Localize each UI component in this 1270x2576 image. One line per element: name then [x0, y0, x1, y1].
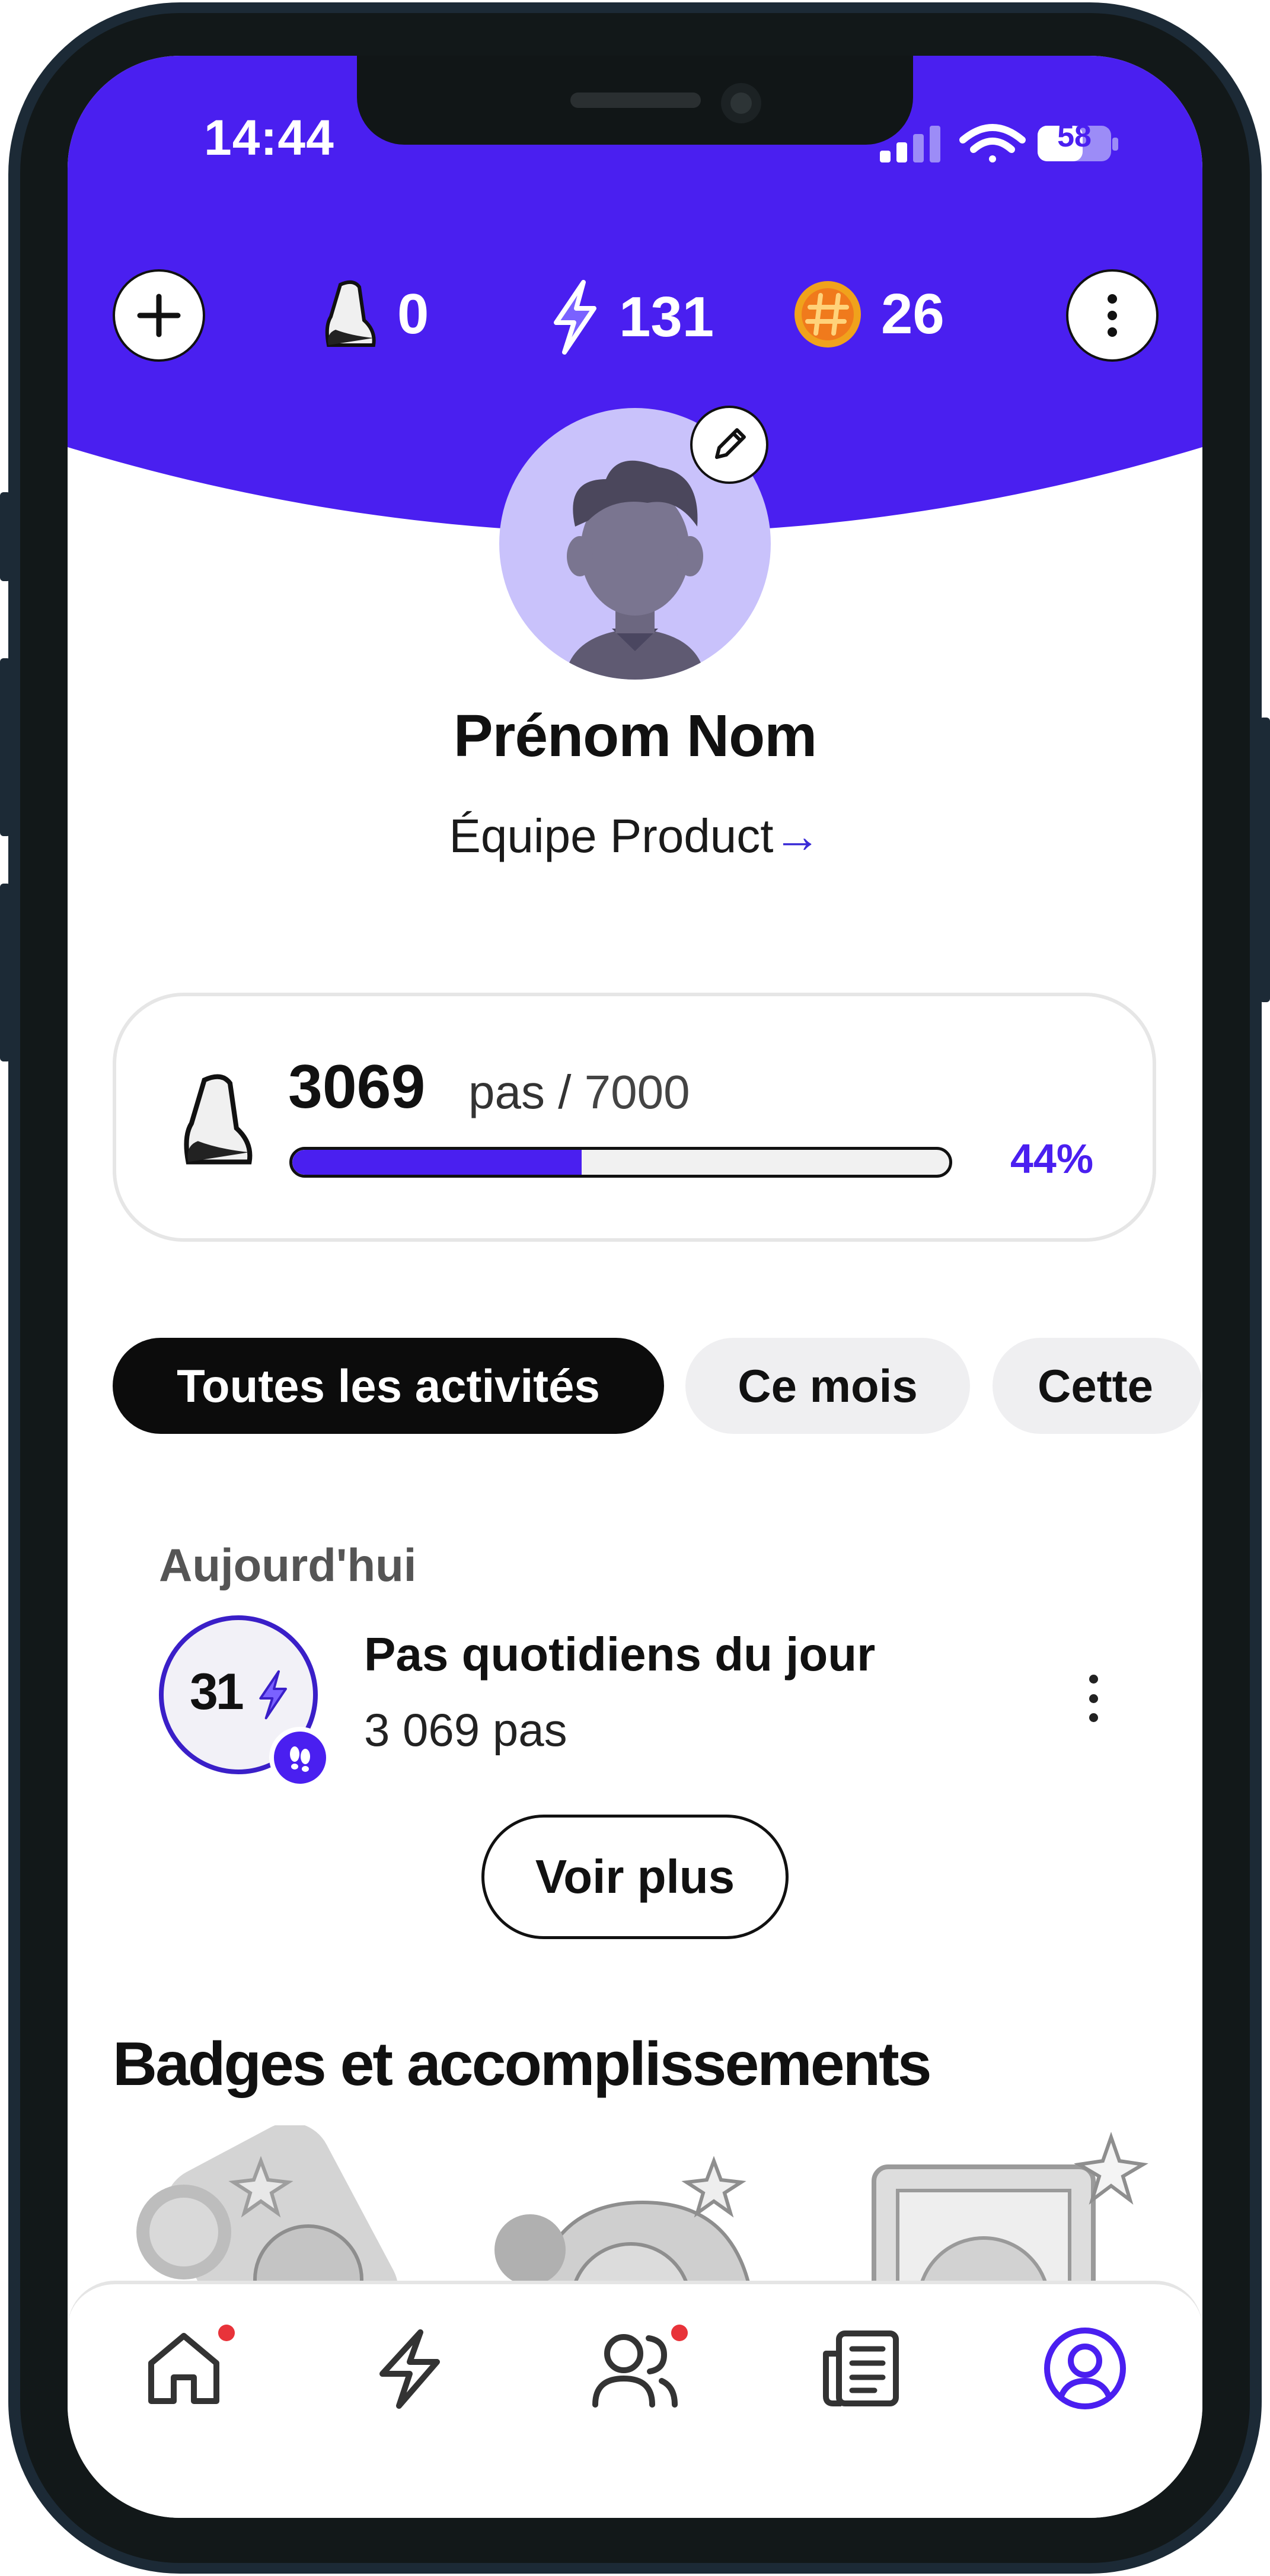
steps-progress-bar	[289, 1147, 952, 1178]
activity-menu-button[interactable]	[1076, 1675, 1111, 1722]
profile-icon	[1044, 2328, 1126, 2409]
filter-this-month[interactable]: Ce mois	[685, 1338, 970, 1434]
steps-stat: 0	[323, 279, 429, 350]
nav-team[interactable]	[581, 2315, 688, 2422]
dot	[1089, 1675, 1098, 1684]
profile-name: Prénom Nom	[453, 703, 817, 769]
activity-subtitle: 3 069 pas	[364, 1704, 567, 1756]
team-label: Équipe Product	[449, 809, 774, 862]
lightning-icon	[554, 280, 596, 355]
cellular-signal-icon	[880, 126, 940, 162]
news-icon	[823, 2330, 899, 2406]
steps-goal-text: pas / 7000	[468, 1065, 690, 1120]
home-icon	[148, 2333, 219, 2404]
filter-third[interactable]: Cette	[993, 1338, 1202, 1434]
nav-activity[interactable]	[356, 2315, 462, 2422]
edit-profile-button[interactable]	[690, 406, 768, 484]
notification-dot	[218, 2325, 235, 2341]
activity-points-value: 31	[190, 1663, 244, 1720]
lightning-icon	[379, 2329, 440, 2409]
steps-goal: 7000	[584, 1066, 690, 1118]
plus-icon	[137, 294, 181, 337]
coins-stat-value: 26	[881, 282, 944, 346]
team-link[interactable]: Équipe Product→	[68, 809, 1202, 863]
dot	[1089, 1713, 1098, 1722]
front-camera	[721, 83, 761, 123]
pencil-icon	[715, 428, 746, 459]
see-more-button[interactable]: Voir plus	[481, 1815, 789, 1939]
nav-news[interactable]	[806, 2315, 913, 2422]
notification-dot	[671, 2325, 688, 2341]
app-screen: 14:44 58 0 131 26 Prénom Nom Équipe Prod…	[68, 56, 1202, 2518]
speaker-grille	[570, 93, 701, 108]
coins-stat: 26	[792, 279, 944, 350]
activity-type-badge	[269, 1727, 331, 1788]
footprints-icon	[290, 1746, 310, 1772]
section-date-label: Aujourd'hui	[159, 1539, 417, 1591]
sneaker-icon	[184, 1074, 253, 1165]
coin-icon	[794, 281, 861, 347]
steps-count: 3069	[288, 1053, 426, 1121]
status-time: 14:44	[204, 110, 334, 165]
steps-stat-value: 0	[397, 282, 429, 346]
wifi-icon	[959, 124, 1026, 162]
arrow-right-icon: →	[773, 809, 821, 862]
steps-progress-fill	[292, 1150, 582, 1175]
steps-unit-label: pas /	[468, 1066, 572, 1118]
add-button[interactable]	[113, 269, 205, 362]
energy-stat-value: 131	[619, 285, 714, 349]
steps-progress-percent: 44%	[1010, 1136, 1094, 1182]
nav-home[interactable]	[130, 2315, 237, 2422]
badges-section-title: Badges et accomplissements	[113, 2030, 932, 2099]
lightning-icon	[259, 1670, 287, 1720]
more-options-button[interactable]	[1066, 269, 1159, 362]
filter-all-activities[interactable]: Toutes les activités	[113, 1338, 664, 1434]
dot	[1089, 1694, 1098, 1703]
vertical-dots-icon	[1108, 294, 1117, 337]
activity-title: Pas quotidiens du jour	[364, 1628, 876, 1681]
nav-profile[interactable]	[1032, 2315, 1138, 2422]
activity-points: 31	[190, 1663, 244, 1721]
battery-level: 58	[1057, 119, 1092, 154]
team-icon	[592, 2334, 678, 2408]
energy-stat: 131	[548, 279, 714, 356]
sneaker-icon	[325, 280, 376, 347]
